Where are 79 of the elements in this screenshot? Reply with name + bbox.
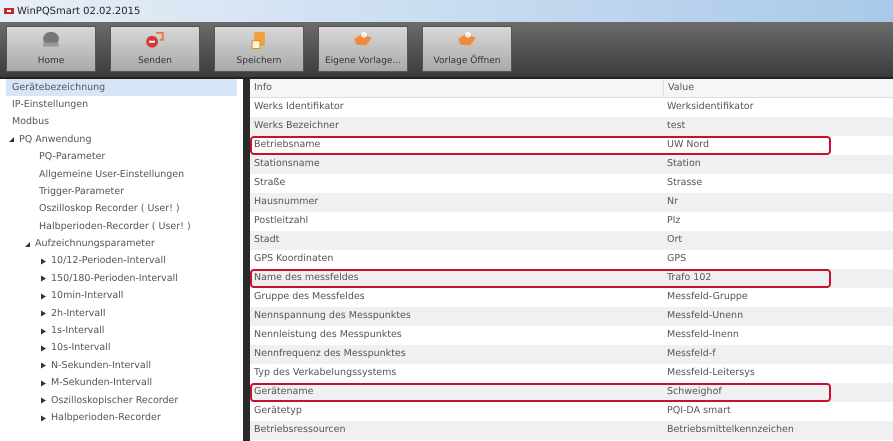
app-icon bbox=[4, 7, 14, 15]
table-cell-text: Werks Identifikator bbox=[253, 100, 345, 114]
table-cell-text: Betriebsressourcen bbox=[253, 423, 347, 438]
table-cell-text: Name des messfeldes bbox=[253, 271, 360, 286]
table-cell-text: Betriebsname bbox=[253, 138, 322, 152]
collapsed-arrow-icon[interactable] bbox=[40, 345, 47, 352]
tree-item[interactable]: PQ Anwendung bbox=[6, 131, 237, 149]
table-cell-text: test bbox=[666, 119, 686, 134]
tree-item[interactable]: PQ-Parameter bbox=[6, 148, 237, 166]
table-cell-text: Trafo 102 bbox=[666, 271, 712, 286]
table-cell-text: UW Nord bbox=[666, 138, 710, 152]
tree-item[interactable]: 10min-Intervall bbox=[6, 288, 237, 306]
table-cell-text: PQI-DA smart bbox=[666, 404, 732, 418]
tree-item[interactable]: Halbperioden-Recorder ( User! ) bbox=[6, 218, 237, 236]
table-cell-text: Straße bbox=[253, 176, 286, 190]
table-cell-text: Ort bbox=[666, 233, 684, 248]
collapsed-arrow-icon[interactable] bbox=[40, 275, 47, 282]
table-cell-text: Messfeld-f bbox=[666, 347, 717, 362]
table-cell-text: Messfeld-Unenn bbox=[666, 309, 744, 324]
toolbar-button[interactable]: Speichern bbox=[214, 26, 304, 72]
table-cell-text: Messfeld-Inenn bbox=[666, 328, 740, 342]
collapsed-arrow-icon[interactable] bbox=[40, 380, 47, 387]
window-title: WinPQSmart 02.02.2015 bbox=[17, 4, 140, 18]
table-cell-text: Messfeld-Leitersys bbox=[666, 366, 756, 380]
tree-item[interactable]: Halbperioden-Recorder bbox=[6, 409, 237, 427]
table-cell-text: GPS bbox=[666, 252, 688, 266]
toolbar-button[interactable]: Senden bbox=[110, 26, 200, 72]
table-cell-text: Typ des Verkabelungssystems bbox=[253, 366, 398, 380]
collapsed-arrow-icon[interactable] bbox=[40, 310, 47, 318]
table-cell-text: Plz bbox=[666, 214, 682, 228]
table-cell-text: Postleitzahl bbox=[253, 214, 310, 228]
table-cell-text: Nennspannung des Messpunktes bbox=[253, 309, 412, 324]
tree-item[interactable]: Oszilloskop Recorder ( User! ) bbox=[6, 200, 237, 218]
collapsed-arrow-icon[interactable] bbox=[40, 292, 47, 300]
toolbar-button[interactable]: Vorlage Öffnen bbox=[422, 26, 512, 72]
tree-item[interactable]: Aufzeichnungsparameter bbox=[6, 236, 237, 253]
table-cell-text: Station bbox=[666, 157, 702, 172]
table-cell-text: Gerätename bbox=[253, 385, 314, 400]
tree-item[interactable]: Oszilloskopischer Recorder bbox=[6, 392, 237, 410]
collapsed-arrow-icon[interactable] bbox=[40, 258, 47, 266]
table-cell-text: Nennfrequenz des Messpunktes bbox=[253, 347, 407, 362]
tree-item[interactable]: 10s-Intervall bbox=[6, 340, 237, 358]
tree-item[interactable]: 10/12-Perioden-Intervall bbox=[6, 252, 237, 270]
table-cell-text: Gruppe des Messfeldes bbox=[253, 290, 366, 304]
splitter-handle[interactable] bbox=[243, 79, 250, 441]
table-cell-text: Nr bbox=[666, 195, 680, 210]
tree-item[interactable]: 2h-Intervall bbox=[6, 305, 237, 322]
table-cell-text: Werksidentifikator bbox=[666, 100, 755, 114]
column-header: Value bbox=[663, 80, 893, 96]
collapsed-arrow-icon[interactable] bbox=[40, 414, 47, 422]
table-cell-text: Nennleistung des Messpunktes bbox=[253, 328, 403, 342]
table-cell-text: Betriebsmittelkennzeichen bbox=[666, 423, 795, 438]
expanded-arrow-icon[interactable] bbox=[24, 240, 31, 248]
tree-item[interactable]: 150/180-Perioden-Intervall bbox=[6, 270, 237, 288]
toolbar-button[interactable]: Eigene Vorlage... bbox=[318, 26, 408, 72]
tree-item[interactable]: Allgemeine User-Einstellungen bbox=[6, 166, 237, 184]
table-cell-text: Schweighof bbox=[666, 385, 723, 400]
sign-icon bbox=[144, 29, 166, 50]
table-cell-text: Strasse bbox=[666, 176, 704, 190]
table-cell-text: Stadt bbox=[253, 233, 280, 248]
collapsed-arrow-icon[interactable] bbox=[40, 397, 47, 404]
tree-item[interactable]: Trigger-Parameter bbox=[6, 183, 237, 201]
table-cell-text: Stationsname bbox=[253, 157, 321, 172]
tree-item[interactable]: IP-Einstellungen bbox=[6, 96, 237, 114]
tree-item[interactable]: N-Sekunden-Intervall bbox=[6, 357, 237, 375]
column-header: Info bbox=[253, 80, 273, 95]
tree-item[interactable]: Gerätebezeichnung bbox=[6, 79, 237, 96]
toolbar-button[interactable]: Home bbox=[6, 26, 96, 72]
table-cell-text: Gerätetyp bbox=[253, 404, 303, 418]
collapsed-arrow-icon[interactable] bbox=[40, 328, 47, 335]
table-cell-text: Hausnummer bbox=[253, 195, 320, 210]
table-cell-text: Messfeld-Gruppe bbox=[666, 290, 749, 304]
expanded-arrow-icon[interactable] bbox=[8, 136, 15, 144]
tree-item[interactable]: Modbus bbox=[6, 114, 237, 132]
table-cell-text: GPS Koordinaten bbox=[253, 252, 334, 266]
tree-item[interactable]: M-Sekunden-Intervall bbox=[6, 374, 237, 392]
table-cell-text: Werks Bezeichner bbox=[253, 119, 340, 134]
tree-item[interactable]: 1s-Intervall bbox=[6, 322, 237, 340]
collapsed-arrow-icon[interactable] bbox=[40, 362, 47, 370]
